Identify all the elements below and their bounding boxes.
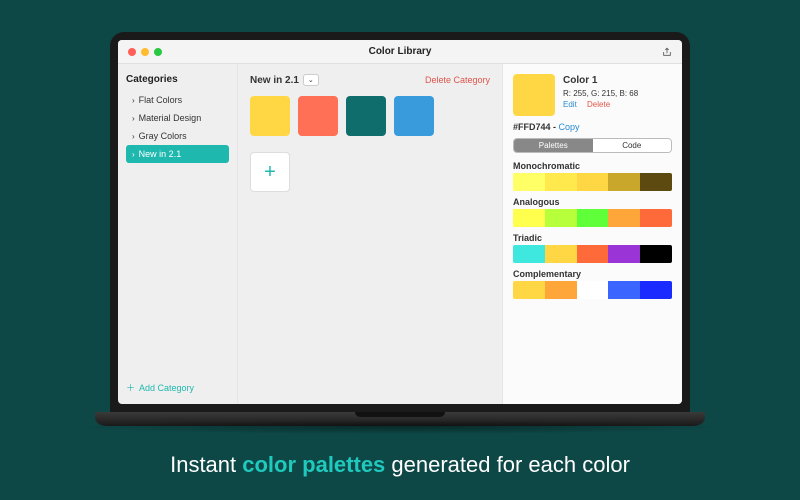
category-dropdown-button[interactable]: ⌄	[303, 74, 319, 86]
palette-cell[interactable]	[640, 245, 672, 263]
sidebar-item-label: Material Design	[139, 113, 202, 123]
close-icon[interactable]	[128, 48, 136, 56]
edit-button[interactable]: Edit	[563, 100, 577, 109]
palette-row[interactable]	[513, 245, 672, 263]
sidebar-item-label: New in 2.1	[139, 149, 182, 159]
sidebar-item-2[interactable]: › Gray Colors	[126, 127, 229, 145]
palette-cell[interactable]	[577, 209, 609, 227]
laptop-notch	[355, 412, 445, 417]
hex-row: #FFD744 - Copy	[513, 122, 672, 132]
palette-label: Monochromatic	[513, 161, 672, 171]
color-swatch-3[interactable]	[394, 96, 434, 136]
tab-palettes[interactable]: Palettes	[514, 139, 593, 152]
main-area: New in 2.1 ⌄ Delete Category +	[238, 64, 502, 404]
screen-bezel: Color Library Categories › Flat Colors › Ma…	[110, 32, 690, 412]
add-category-label: Add Category	[139, 383, 194, 393]
chevron-right-icon: ›	[132, 150, 135, 159]
palette-cell[interactable]	[577, 281, 609, 299]
selected-color-swatch[interactable]	[513, 74, 555, 116]
titlebar: Color Library	[118, 40, 682, 64]
main-header: New in 2.1 ⌄ Delete Category	[250, 74, 490, 86]
swatch-grid: +	[250, 96, 490, 192]
color-rgb: R: 255, G: 215, B: 68	[563, 88, 638, 99]
palette-row[interactable]	[513, 281, 672, 299]
sidebar: Categories ›Flat Colors›Material Design›…	[118, 64, 238, 404]
palette-cell[interactable]	[608, 245, 640, 263]
app-body: Categories ›Flat Colors›Material Design›…	[118, 64, 682, 404]
color-actions: Edit Delete	[563, 99, 638, 110]
tagline-post: generated for each color	[385, 452, 630, 477]
laptop-frame: Color Library Categories › Flat Colors › Ma…	[110, 32, 690, 437]
palette-analogous: Analogous	[513, 197, 672, 227]
detail-panel: Color 1 R: 255, G: 215, B: 68 Edit Delet…	[502, 64, 682, 404]
tab-code[interactable]: Code	[593, 139, 672, 152]
tagline-highlight: color palettes	[242, 452, 385, 477]
delete-category-button[interactable]: Delete Category	[425, 75, 490, 85]
copy-button[interactable]: Copy	[559, 122, 580, 132]
palette-list: Monochromatic Analogous Triadic Complementa…	[513, 161, 672, 299]
sidebar-item-label: Flat Colors	[139, 95, 183, 105]
palette-label: Analogous	[513, 197, 672, 207]
palette-cell[interactable]	[608, 281, 640, 299]
laptop-base	[95, 412, 705, 426]
tagline-pre: Instant	[170, 452, 242, 477]
palette-label: Complementary	[513, 269, 672, 279]
palette-cell[interactable]	[545, 173, 577, 191]
palette-label: Triadic	[513, 233, 672, 243]
chevron-right-icon: ›	[132, 132, 135, 141]
palette-cell[interactable]	[545, 245, 577, 263]
palette-monochromatic: Monochromatic	[513, 161, 672, 191]
palette-row[interactable]	[513, 209, 672, 227]
hex-value: #FFD744	[513, 122, 551, 132]
sidebar-item-1[interactable]: › Material Design	[126, 109, 229, 127]
palette-cell[interactable]	[577, 245, 609, 263]
minimize-icon[interactable]	[141, 48, 149, 56]
palette-cell[interactable]	[513, 245, 545, 263]
tagline: Instant color palettes generated for eac…	[0, 452, 800, 478]
laptop-shadow	[75, 420, 725, 434]
chevron-right-icon: ›	[132, 96, 135, 105]
color-swatch-1[interactable]	[298, 96, 338, 136]
palette-complementary: Complementary	[513, 269, 672, 299]
chevron-down-icon: ⌄	[308, 77, 314, 84]
color-header: Color 1 R: 255, G: 215, B: 68 Edit Delet…	[513, 74, 672, 116]
category-name: New in 2.1	[250, 75, 299, 86]
palette-cell[interactable]	[513, 209, 545, 227]
sidebar-item-label: Gray Colors	[139, 131, 187, 141]
app-window: Color Library Categories › Flat Colors › Ma…	[118, 40, 682, 404]
add-category-button[interactable]: ＋ Add Category	[126, 381, 229, 394]
add-color-button[interactable]: +	[250, 152, 290, 192]
color-info: Color 1 R: 255, G: 215, B: 68 Edit Delet…	[563, 74, 638, 116]
palette-cell[interactable]	[545, 209, 577, 227]
palette-triadic: Triadic	[513, 233, 672, 263]
sidebar-item-0[interactable]: › Flat Colors	[126, 91, 229, 109]
chevron-right-icon: ›	[132, 114, 135, 123]
palette-cell[interactable]	[608, 209, 640, 227]
palette-row[interactable]	[513, 173, 672, 191]
palette-cell[interactable]	[513, 281, 545, 299]
palette-cell[interactable]	[640, 209, 672, 227]
palette-cell[interactable]	[640, 173, 672, 191]
color-name: Color 1	[563, 74, 638, 88]
share-icon[interactable]	[662, 47, 672, 57]
window-title: Color Library	[118, 46, 682, 57]
plus-icon: ＋	[126, 381, 135, 394]
delete-color-button[interactable]: Delete	[587, 100, 610, 109]
sidebar-item-3[interactable]: › New in 2.1	[126, 145, 229, 163]
palette-cell[interactable]	[640, 281, 672, 299]
color-swatch-2[interactable]	[346, 96, 386, 136]
color-swatch-0[interactable]	[250, 96, 290, 136]
palette-cell[interactable]	[545, 281, 577, 299]
fullscreen-icon[interactable]	[154, 48, 162, 56]
palette-cell[interactable]	[513, 173, 545, 191]
sidebar-heading: Categories	[126, 74, 229, 85]
panel-tabs: Palettes Code	[513, 138, 672, 153]
window-controls	[128, 48, 162, 56]
palette-cell[interactable]	[608, 173, 640, 191]
palette-cell[interactable]	[577, 173, 609, 191]
